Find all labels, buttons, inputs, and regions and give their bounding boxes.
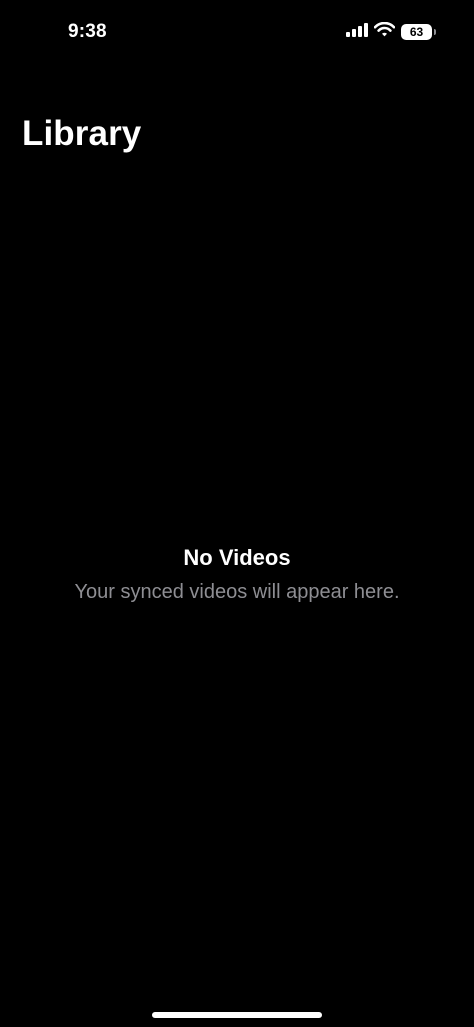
battery-level: 63 [401,24,432,40]
page-title: Library [22,114,142,153]
wifi-icon [373,21,396,42]
battery-cap [434,29,436,35]
status-bar: 9:38 63 [0,0,474,64]
empty-state-title: No Videos [183,545,291,570]
empty-state-subtitle: Your synced videos will appear here. [74,581,400,603]
status-time: 9:38 [68,21,107,42]
battery-icon: 63 [401,24,436,40]
status-icons: 63 [346,21,436,42]
home-indicator[interactable] [152,1012,322,1018]
cellular-signal-icon [346,22,368,42]
empty-state: No Videos Your synced videos will appear… [0,543,474,605]
